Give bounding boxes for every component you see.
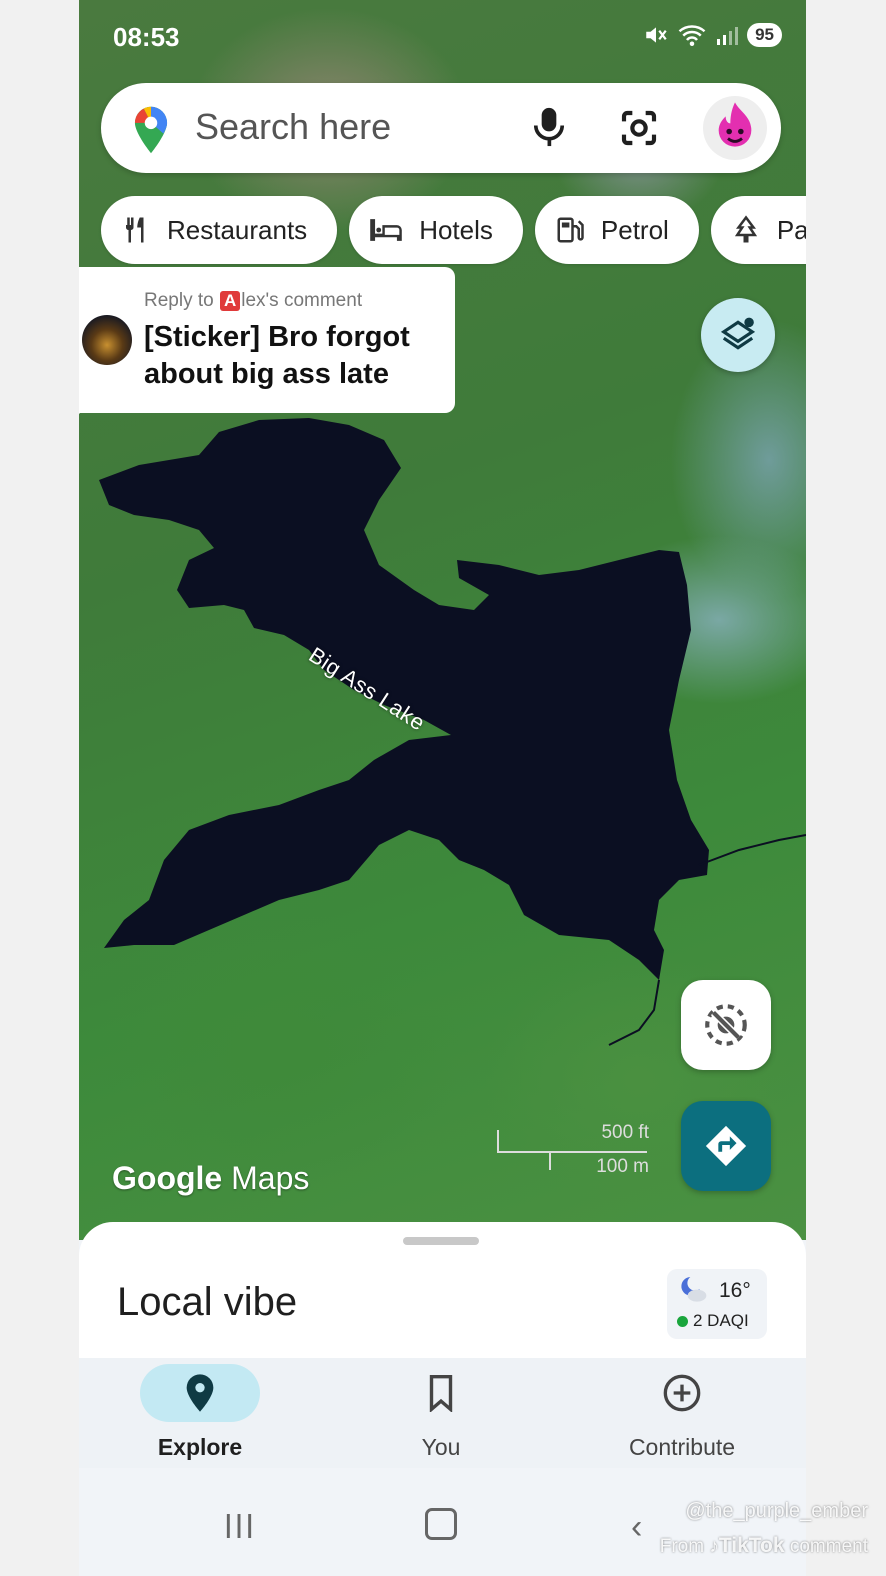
tab-you[interactable]: You — [361, 1364, 521, 1461]
aqi-indicator — [677, 1315, 688, 1327]
sheet-title: Local vibe — [117, 1280, 298, 1324]
reply-suffix: lex's comment — [241, 290, 363, 311]
map-scale: 500 ft 100 m — [497, 1122, 653, 1177]
directions-button[interactable] — [681, 1101, 771, 1191]
chip-label: Pa — [776, 214, 806, 245]
add-circle-icon — [663, 1374, 701, 1412]
tab-label: You — [421, 1434, 461, 1460]
sheet-drag-handle[interactable] — [403, 1237, 479, 1245]
tab-label: Contribute — [628, 1434, 736, 1460]
fork-knife-icon — [126, 217, 144, 243]
devil-fire-icon — [718, 102, 752, 147]
my-location-button[interactable] — [681, 980, 771, 1070]
temperature: 16° — [719, 1279, 751, 1302]
weather-widget[interactable]: 16° 2 DAQI — [667, 1269, 767, 1339]
status-icons: 95 — [643, 22, 782, 48]
mute-icon — [646, 27, 667, 43]
map-view[interactable]: Big Ass Lake 08:53 95 Search here Restau… — [79, 0, 806, 1240]
scale-meters: 100 m — [596, 1156, 649, 1177]
reply-subtitle: Reply to Alex's comment — [144, 290, 362, 312]
chip-label: Restaurants — [167, 214, 308, 245]
tree-icon — [734, 215, 757, 243]
phone-screen: Big Ass Lake 08:53 95 Search here Restau… — [79, 0, 806, 1576]
explore-pill — [140, 1364, 260, 1422]
chip-restaurants[interactable]: Restaurants — [101, 196, 338, 264]
microphone-icon[interactable] — [531, 105, 567, 149]
wifi-icon — [678, 25, 706, 46]
reply-bubble-tail — [79, 405, 88, 427]
chip-label: Petrol — [600, 214, 669, 245]
tab-label: Explore — [157, 1434, 243, 1460]
tab-explore[interactable]: Explore — [120, 1364, 280, 1461]
status-time: 08:53 — [113, 22, 180, 52]
air-quality: 2 DAQI — [677, 1311, 749, 1331]
watermark-from: From ♪TikTok comment — [660, 1534, 868, 1558]
tiktok-logo-icon: ♪ — [709, 1536, 719, 1557]
watermark-from-text: From — [659, 1536, 705, 1557]
layers-icon — [720, 317, 756, 350]
reply-text: [Sticker] Bro forgot about big ass late — [144, 321, 410, 390]
lens-camera-icon[interactable] — [619, 108, 659, 148]
watermark-username: @the_purple_ember — [685, 1500, 868, 1522]
commenter-avatar — [82, 315, 132, 365]
bottom-navigation: Explore You Contribute — [79, 1358, 806, 1468]
a-button-emoji: A — [219, 291, 241, 311]
location-disabled-icon — [705, 1004, 747, 1046]
bottom-sheet[interactable]: Local vibe 16° 2 DAQI — [79, 1222, 806, 1358]
home-button-icon[interactable] — [425, 1508, 457, 1540]
category-chips: Restaurants Hotels Petrol Pa — [101, 196, 806, 264]
chip-parks[interactable]: Pa — [710, 196, 806, 264]
maps-pin-icon — [134, 106, 168, 154]
battery-level: 95 — [747, 23, 782, 47]
profile-avatar[interactable] — [703, 96, 767, 160]
chip-petrol[interactable]: Petrol — [534, 196, 699, 264]
layers-button[interactable] — [701, 298, 775, 372]
gas-station-icon — [557, 217, 584, 243]
signal-icon — [717, 27, 739, 45]
scale-feet: 500 ft — [601, 1122, 649, 1143]
watermark-suffix: comment — [789, 1536, 868, 1557]
chip-hotels[interactable]: Hotels — [349, 196, 523, 264]
bookmark-icon — [429, 1375, 453, 1412]
back-button-icon[interactable]: ‹ — [631, 1508, 642, 1547]
location-pin-icon — [186, 1374, 214, 1412]
chip-label: Hotels — [419, 214, 493, 245]
google-maps-logo: Google Maps — [112, 1160, 309, 1197]
recent-apps-icon[interactable] — [223, 1510, 255, 1542]
you-pill — [381, 1364, 501, 1422]
tab-contribute[interactable]: Contribute — [602, 1364, 762, 1461]
aqi-label: 2 DAQI — [693, 1311, 749, 1330]
search-input[interactable]: Search here — [195, 106, 391, 148]
logo-google-text: Google — [112, 1160, 223, 1196]
contribute-pill — [622, 1364, 742, 1422]
search-bar[interactable]: Search here — [101, 83, 781, 173]
reply-prefix: Reply to — [144, 290, 219, 311]
moon-cloud-icon — [681, 1277, 707, 1302]
logo-maps-text: Maps — [231, 1160, 310, 1196]
watermark-brand: TikTok — [718, 1534, 785, 1557]
directions-icon — [705, 1125, 747, 1167]
tiktok-reply-bubble: Reply to Alex's comment [Sticker] Bro fo… — [79, 267, 455, 413]
bed-icon — [370, 219, 402, 241]
